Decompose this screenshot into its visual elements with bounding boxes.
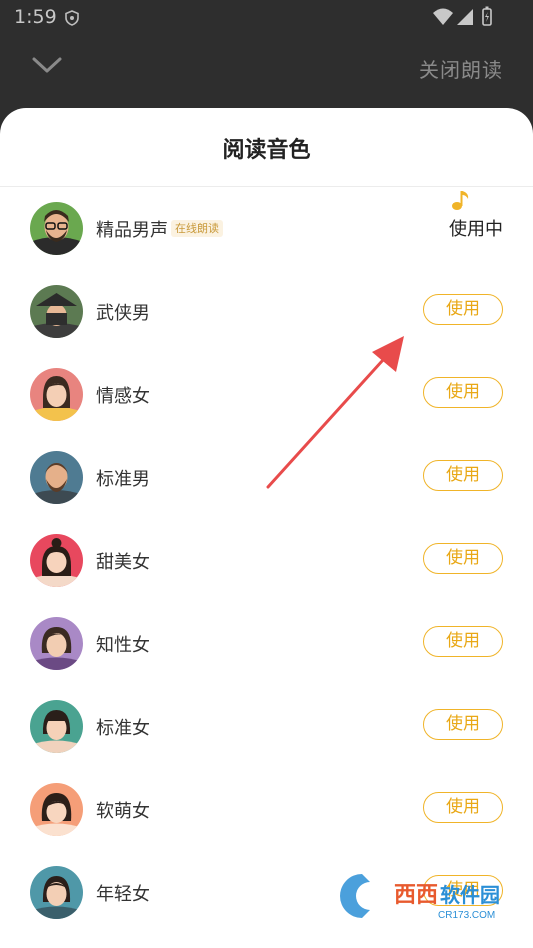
sheet-title: 阅读音色 bbox=[222, 138, 311, 163]
voice-name: 标准男 bbox=[96, 469, 150, 490]
status-icons bbox=[433, 6, 492, 26]
voice-name: 精品男声 bbox=[96, 220, 168, 241]
music-note-icon bbox=[452, 191, 469, 210]
shield-icon bbox=[65, 10, 79, 26]
wifi-icon bbox=[433, 8, 453, 25]
voice-row-intellectual-female: 知性女 使用 bbox=[0, 602, 533, 685]
avatar bbox=[30, 285, 83, 338]
use-button[interactable]: 使用 bbox=[423, 709, 503, 740]
voice-row-young-female: 年轻女 使用 bbox=[0, 851, 533, 934]
avatar bbox=[30, 534, 83, 587]
use-button[interactable]: 使用 bbox=[423, 460, 503, 491]
voice-name: 年轻女 bbox=[96, 884, 150, 905]
voice-name: 甜美女 bbox=[96, 552, 150, 573]
status-bar: 1:59 bbox=[0, 0, 533, 36]
use-button[interactable]: 使用 bbox=[423, 792, 503, 823]
voice-row-cute-female: 软萌女 使用 bbox=[0, 768, 533, 851]
voice-name: 武侠男 bbox=[96, 303, 150, 324]
online-badge: 在线朗读 bbox=[171, 220, 223, 237]
avatar bbox=[30, 451, 83, 504]
in-use-status: 使用中 bbox=[449, 219, 503, 240]
avatar bbox=[30, 700, 83, 753]
avatar bbox=[30, 866, 83, 919]
voice-name: 软萌女 bbox=[96, 801, 150, 822]
use-button[interactable]: 使用 bbox=[423, 377, 503, 408]
close-reading-button[interactable]: 关闭朗读 bbox=[419, 54, 503, 83]
avatar bbox=[30, 617, 83, 670]
top-bar: 关闭朗读 bbox=[0, 36, 533, 108]
voice-name: 标准女 bbox=[96, 718, 150, 739]
voice-list: 精品男声 在线朗读 使用中 武侠男 使用 情感女 使用 标准男 使用 甜美女 使… bbox=[0, 187, 533, 934]
voice-row-emotional-female: 情感女 使用 bbox=[0, 353, 533, 436]
voice-row-premium-male: 精品男声 在线朗读 使用中 bbox=[0, 187, 533, 270]
voice-name: 知性女 bbox=[96, 635, 150, 656]
avatar bbox=[30, 368, 83, 421]
avatar bbox=[30, 202, 83, 255]
use-button[interactable]: 使用 bbox=[423, 875, 503, 906]
use-button[interactable]: 使用 bbox=[423, 626, 503, 657]
use-button[interactable]: 使用 bbox=[423, 543, 503, 574]
signal-icon bbox=[457, 9, 473, 25]
avatar bbox=[30, 783, 83, 836]
voice-row-swordsman: 武侠男 使用 bbox=[0, 270, 533, 353]
voice-sheet: 阅读音色 精品男声 在线朗读 使用中 武侠男 使用 情感女 使用 标准男 使用 … bbox=[0, 108, 533, 948]
chevron-down-icon[interactable] bbox=[28, 50, 66, 80]
voice-row-sweet-female: 甜美女 使用 bbox=[0, 519, 533, 602]
voice-row-standard-male: 标准男 使用 bbox=[0, 436, 533, 519]
voice-row-standard-female: 标准女 使用 bbox=[0, 685, 533, 768]
status-time: 1:59 bbox=[14, 6, 57, 28]
voice-name: 情感女 bbox=[96, 386, 150, 407]
use-button[interactable]: 使用 bbox=[423, 294, 503, 325]
